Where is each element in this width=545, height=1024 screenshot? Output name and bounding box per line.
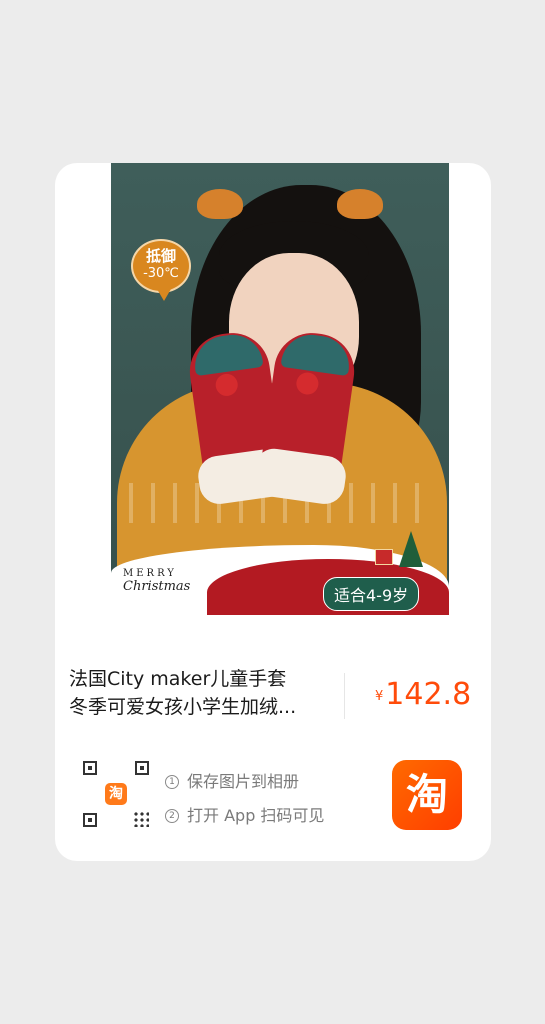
share-instructions: 1 保存图片到相册 2 打开 App 扫码可见 — [165, 765, 324, 833]
gift-icon — [375, 549, 393, 565]
step-save-image: 1 保存图片到相册 — [165, 765, 324, 799]
qr-finder — [135, 761, 149, 775]
qr-dots — [133, 811, 149, 827]
qr-code[interactable]: 淘 — [83, 761, 149, 827]
product-title-line1: 法国City maker儿童手套 — [69, 668, 287, 690]
step-number-icon: 2 — [165, 809, 179, 823]
divider — [344, 673, 345, 719]
taobao-app-icon[interactable]: 淘 — [392, 760, 462, 830]
christmas-word: Christmas — [123, 579, 191, 594]
share-card: 抵御 -30℃ MERRY Christmas 适合4-9岁 法国City ma… — [55, 163, 491, 861]
step-open-app-text: 打开 App 扫码可见 — [187, 806, 325, 825]
product-image[interactable]: 抵御 -30℃ MERRY Christmas 适合4-9岁 — [111, 163, 449, 615]
mitten-nose — [294, 371, 320, 396]
qr-finder — [83, 761, 97, 775]
merry-word: MERRY — [123, 568, 177, 579]
age-badge: 适合4-9岁 — [323, 577, 420, 611]
badge-line1: 抵御 — [145, 247, 176, 265]
antler-right — [337, 189, 383, 219]
price-currency: ¥ — [375, 689, 384, 704]
merry-christmas-text: MERRY Christmas — [123, 568, 190, 594]
mitten-nose — [214, 372, 240, 398]
product-title[interactable]: 法国City maker儿童手套 冬季可爱女孩小学生加绒... — [69, 665, 334, 721]
product-title-line2: 冬季可爱女孩小学生加绒... — [69, 696, 297, 718]
christmas-tree-icon — [399, 531, 423, 567]
qr-finder — [83, 813, 97, 827]
step-save-image-text: 保存图片到相册 — [187, 772, 300, 791]
badge-line2: -30℃ — [143, 266, 179, 281]
cold-resist-badge: 抵御 -30℃ — [131, 239, 191, 301]
antler-left — [197, 189, 243, 219]
product-price: ¥142.8 — [375, 677, 471, 712]
step-number-icon: 1 — [165, 775, 179, 789]
taobao-logo-icon: 淘 — [105, 783, 127, 805]
price-amount: 142.8 — [385, 677, 472, 712]
step-open-app: 2 打开 App 扫码可见 — [165, 799, 324, 833]
